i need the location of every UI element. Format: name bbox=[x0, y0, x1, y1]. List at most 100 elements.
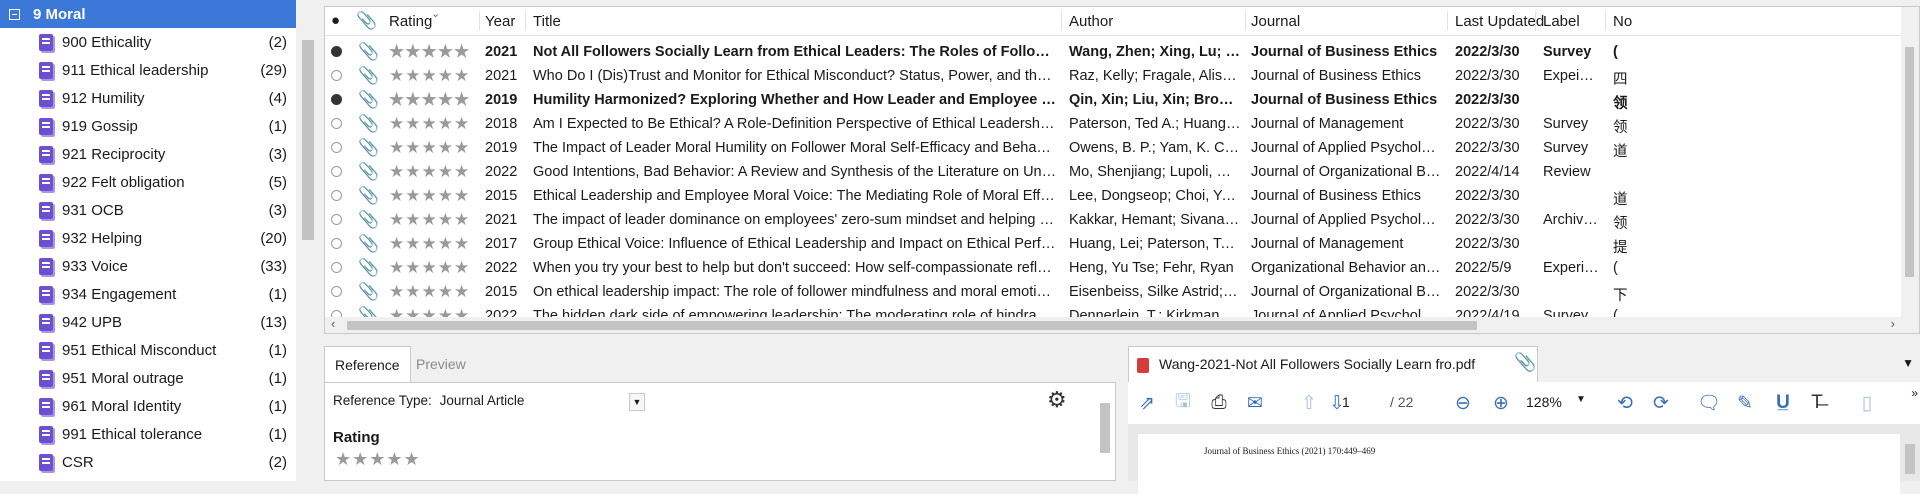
reference-panel-scrollbar[interactable] bbox=[1097, 387, 1113, 477]
attachment-icon[interactable]: 📎 bbox=[358, 186, 379, 206]
group-item[interactable]: 961 Moral Identity (1) bbox=[0, 392, 296, 420]
read-status-icon[interactable] bbox=[331, 190, 342, 201]
scrollbar-thumb[interactable] bbox=[347, 321, 1477, 330]
read-status-icon[interactable] bbox=[331, 238, 342, 249]
reference-row[interactable]: 📎 ★★★★★ 2019 The Impact of Leader Moral Hum… bbox=[325, 136, 1919, 160]
column-rating[interactable]: Rating bbox=[389, 13, 432, 30]
sidebar-toggle-icon[interactable]: ▯ bbox=[1854, 390, 1880, 416]
scrollbar-thumb[interactable] bbox=[1905, 47, 1914, 277]
underline-icon[interactable]: U̲ bbox=[1770, 390, 1796, 416]
group-item[interactable]: 934 Engagement (1) bbox=[0, 280, 296, 308]
attachment-icon[interactable]: 📎 bbox=[358, 114, 379, 134]
rating-stars[interactable]: ★★★★★ bbox=[389, 186, 470, 206]
toolbar-overflow-icon[interactable]: » bbox=[1911, 386, 1918, 400]
group-item[interactable]: 951 Moral outrage (1) bbox=[0, 364, 296, 392]
read-status-column-icon[interactable]: ● bbox=[331, 12, 340, 29]
rating-stars[interactable]: ★★★★★ bbox=[389, 90, 470, 110]
group-item[interactable]: 932 Helping (20) bbox=[0, 224, 296, 252]
reference-row[interactable]: 📎 ★★★★★ 2017 Group Ethical Voice: Influence… bbox=[325, 232, 1919, 256]
print-icon[interactable]: ⎙ bbox=[1206, 390, 1232, 416]
group-item[interactable]: 951 Ethical Misconduct (1) bbox=[0, 336, 296, 364]
chevron-down-icon[interactable]: ▼ bbox=[629, 393, 645, 411]
save-icon[interactable]: 🖫 bbox=[1170, 390, 1196, 416]
attachment-icon[interactable]: 📎 bbox=[358, 234, 379, 254]
column-title[interactable]: Title bbox=[533, 13, 561, 30]
column-notes[interactable]: No bbox=[1613, 13, 1632, 30]
group-item[interactable]: 919 Gossip (1) bbox=[0, 112, 296, 140]
column-label[interactable]: Label bbox=[1543, 13, 1580, 30]
read-status-icon[interactable] bbox=[331, 46, 342, 57]
reference-row[interactable]: 📎 ★★★★★ 2021 Who Do I (Dis)Trust and Monito… bbox=[325, 64, 1919, 88]
rating-stars[interactable]: ★★★★★ bbox=[389, 138, 470, 158]
rating-stars[interactable]: ★★★★★ bbox=[389, 234, 470, 254]
attachment-icon[interactable]: 📎 bbox=[358, 90, 379, 110]
group-item[interactable]: 931 OCB (3) bbox=[0, 196, 296, 224]
zoom-out-icon[interactable]: ⊖ bbox=[1450, 390, 1476, 416]
read-status-icon[interactable] bbox=[331, 142, 342, 153]
reference-row[interactable]: 📎 ★★★★★ 2021 Not All Followers Socially Lea… bbox=[325, 40, 1919, 64]
group-tree-scrollbar[interactable] bbox=[296, 0, 322, 481]
rating-stars[interactable]: ★★★★★ bbox=[389, 42, 470, 62]
group-item[interactable]: 922 Felt obligation (5) bbox=[0, 168, 296, 196]
zoom-level[interactable]: 128% bbox=[1526, 394, 1562, 410]
group-set-header[interactable]: 9 Moral bbox=[0, 0, 296, 28]
rating-stars[interactable]: ★★★★★ bbox=[389, 282, 470, 302]
attachment-icon[interactable]: 📎 bbox=[358, 138, 379, 158]
sticky-note-icon[interactable]: 🗨 bbox=[1696, 390, 1722, 416]
pdf-tab[interactable]: Wang-2021-Not All Followers Socially Lea… bbox=[1128, 346, 1538, 382]
scroll-right-icon[interactable]: › bbox=[1891, 316, 1895, 331]
read-status-icon[interactable] bbox=[331, 118, 342, 129]
collapse-icon[interactable] bbox=[9, 8, 20, 20]
attachment-column-icon[interactable]: 📎 bbox=[356, 11, 377, 31]
pdf-scrollbar[interactable] bbox=[1902, 424, 1918, 481]
read-status-icon[interactable] bbox=[331, 70, 342, 81]
previous-page-icon[interactable]: ⇧ bbox=[1296, 390, 1322, 416]
zoom-in-icon[interactable]: ⊕ bbox=[1488, 390, 1514, 416]
pdf-viewer[interactable]: Journal of Business Ethics (2021) 170:44… bbox=[1128, 424, 1920, 494]
rotate-right-icon[interactable]: ⟳ bbox=[1648, 390, 1674, 416]
group-item[interactable]: 921 Reciprocity (3) bbox=[0, 140, 296, 168]
rating-stars[interactable]: ★★★★★ bbox=[389, 210, 470, 230]
attachment-icon[interactable]: 📎 bbox=[358, 66, 379, 86]
rotate-left-icon[interactable]: ⟲ bbox=[1612, 390, 1638, 416]
column-last-updated[interactable]: Last Updated bbox=[1455, 13, 1544, 30]
reference-row[interactable]: 📎 ★★★★★ 2019 Humility Harmonized? Exploring… bbox=[325, 88, 1919, 112]
reference-row[interactable]: 📎 ★★★★★ 2015 Ethical Leadership and Employe… bbox=[325, 184, 1919, 208]
read-status-icon[interactable] bbox=[331, 262, 342, 273]
group-item[interactable]: CSR (2) bbox=[0, 448, 296, 476]
group-item[interactable]: 991 Ethical tolerance (1) bbox=[0, 420, 296, 448]
rating-stars[interactable]: ★★★★★ bbox=[389, 66, 470, 86]
tab-preview[interactable]: Preview bbox=[406, 346, 476, 382]
highlighter-icon[interactable]: ✎ bbox=[1732, 390, 1758, 416]
group-item[interactable]: 911 Ethical leadership (29) bbox=[0, 56, 296, 84]
read-status-icon[interactable] bbox=[331, 94, 342, 105]
read-status-icon[interactable] bbox=[331, 214, 342, 225]
reference-type-select[interactable]: Journal Article bbox=[440, 393, 525, 408]
group-item[interactable]: 912 Humility (4) bbox=[0, 84, 296, 112]
column-author[interactable]: Author bbox=[1069, 13, 1113, 30]
reference-row[interactable]: 📎 ★★★★★ 2022 When you try your best to help… bbox=[325, 256, 1919, 280]
chevron-down-icon[interactable]: ▼ bbox=[1576, 394, 1586, 405]
tab-reference[interactable]: Reference bbox=[324, 346, 411, 383]
rating-stars[interactable]: ★★★★★ bbox=[389, 114, 470, 134]
reference-row[interactable]: 📎 ★★★★★ 2022 Good Intentions, Bad Behavior:… bbox=[325, 160, 1919, 184]
paperclip-icon[interactable]: 📎 bbox=[1514, 352, 1536, 373]
reference-row[interactable]: 📎 ★★★★★ 2018 Am I Expected to Be Ethical? A… bbox=[325, 112, 1919, 136]
reference-row[interactable]: 📎 ★★★★★ 2021 The impact of leader dominance… bbox=[325, 208, 1919, 232]
page-number-input[interactable]: 1 bbox=[1342, 394, 1350, 410]
scroll-left-icon[interactable]: ‹ bbox=[331, 316, 335, 331]
attachment-icon[interactable]: 📎 bbox=[358, 282, 379, 302]
rating-stars[interactable]: ★★★★★ bbox=[389, 258, 470, 278]
column-year[interactable]: Year bbox=[485, 13, 515, 30]
open-external-icon[interactable]: ⇗ bbox=[1134, 390, 1160, 416]
strikethrough-icon[interactable]: T̶ bbox=[1804, 390, 1830, 416]
scrollbar-thumb[interactable] bbox=[1905, 444, 1915, 474]
email-icon[interactable]: ✉ bbox=[1242, 390, 1268, 416]
rating-stars[interactable]: ★★★★★ bbox=[389, 162, 470, 182]
column-journal[interactable]: Journal bbox=[1251, 13, 1300, 30]
read-status-icon[interactable] bbox=[331, 166, 342, 177]
scrollbar-thumb[interactable] bbox=[302, 40, 314, 240]
gear-icon[interactable]: ⚙ bbox=[1047, 387, 1067, 413]
group-item[interactable]: 933 Voice (33) bbox=[0, 252, 296, 280]
group-item[interactable]: 900 Ethicality (2) bbox=[0, 28, 296, 56]
